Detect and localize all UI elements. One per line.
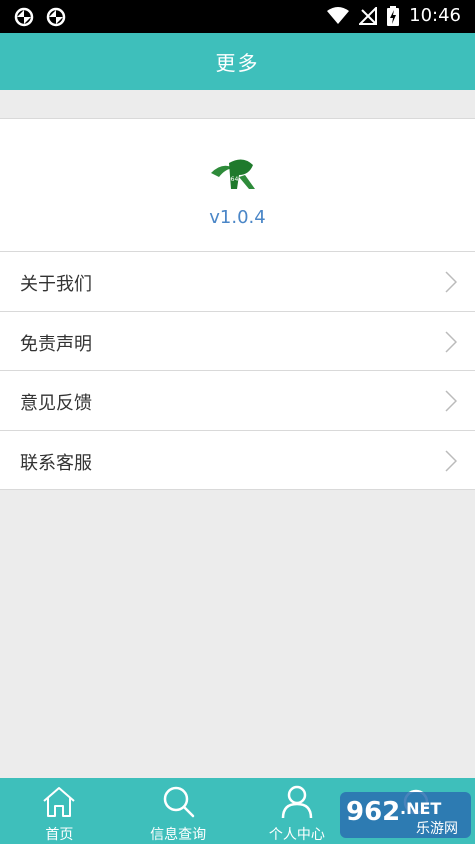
- menu-item-label: 免责声明: [20, 333, 92, 355]
- chevron-right-icon: [445, 449, 457, 472]
- menu-item-label: 联系客服: [20, 452, 92, 474]
- menu-item-disclaimer[interactable]: 免责声明: [0, 312, 475, 371]
- search-icon: [163, 786, 195, 818]
- battery-charging-icon: [387, 5, 400, 26]
- wifi-icon: [327, 6, 350, 24]
- home-icon: [43, 787, 76, 817]
- tab-label: 信息查询: [150, 827, 207, 843]
- tab-search[interactable]: 信息查询: [119, 778, 238, 844]
- menu-item-contact-support[interactable]: 联系客服: [0, 431, 475, 490]
- menu-item-label: 意见反馈: [20, 393, 92, 414]
- notification-icon: [46, 7, 66, 27]
- watermark-logo: 962 .NET 乐游网: [340, 792, 471, 838]
- svg-text:962: 962: [346, 797, 400, 827]
- no-signal-icon: [359, 6, 378, 25]
- chevron-right-icon: [445, 271, 457, 293]
- header: 更多: [0, 33, 475, 90]
- tab-label: 个人中心: [268, 827, 325, 843]
- menu-item-label: 关于我们: [20, 274, 92, 295]
- settings-card: 1964 v1.0.4 关于我们 免责声明 意见反馈 联系客服: [0, 118, 475, 490]
- menu-item-feedback[interactable]: 意见反馈: [0, 371, 475, 431]
- app-info: 1964 v1.0.4: [0, 119, 475, 252]
- notification-icon: [14, 7, 34, 27]
- status-bar: 10:46: [0, 0, 475, 33]
- menu-item-about-us[interactable]: 关于我们: [0, 252, 475, 312]
- app-version: v1.0.4: [209, 207, 266, 228]
- clock: 10:46: [409, 5, 461, 26]
- chevron-right-icon: [445, 390, 457, 412]
- svg-text:乐游网: 乐游网: [416, 821, 458, 837]
- chevron-right-icon: [445, 330, 457, 353]
- svg-text:.NET: .NET: [400, 799, 441, 818]
- svg-text:1964: 1964: [223, 176, 238, 183]
- user-icon: [281, 785, 313, 819]
- page-title: 更多: [215, 51, 260, 75]
- app-logo: 1964: [211, 159, 255, 189]
- tab-label: 首页: [45, 827, 74, 843]
- tab-home[interactable]: 首页: [0, 778, 119, 844]
